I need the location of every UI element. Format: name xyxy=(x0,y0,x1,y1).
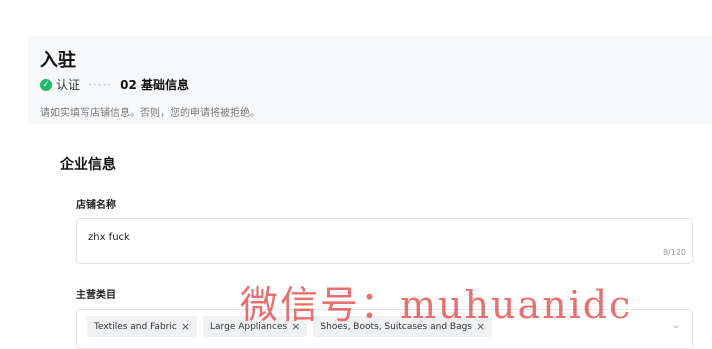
character-counter: 8/120 xyxy=(662,248,686,257)
section-title: 企业信息 xyxy=(60,157,116,173)
check-circle-icon: ✓ xyxy=(40,78,52,91)
category-tag-label: Textiles and Fabric xyxy=(94,321,177,332)
form-hint: 请如实填写店铺信息。否则，您的申请将被拒绝。 xyxy=(40,108,260,119)
step-done-label: 认证 xyxy=(56,78,81,92)
step-separator: ····· xyxy=(88,77,113,92)
category-tag: Textiles and Fabric × xyxy=(87,316,198,337)
step-indicator: ✓ 认证 ····· 02 基础信息 xyxy=(40,76,189,93)
watermark: 微信号：muhuanidc xyxy=(240,283,633,327)
store-name-input[interactable]: zhx fuck 8/120 xyxy=(76,218,693,264)
step-current-label: 02 基础信息 xyxy=(120,78,189,92)
page-title: 入驻 xyxy=(40,50,76,71)
store-name-label: 店铺名称 xyxy=(76,200,116,211)
close-icon[interactable]: × xyxy=(181,320,190,333)
chevron-down-icon[interactable]: ⌄ xyxy=(672,320,680,331)
store-name-value: zhx fuck xyxy=(88,232,130,243)
category-label: 主营类目 xyxy=(76,290,116,301)
